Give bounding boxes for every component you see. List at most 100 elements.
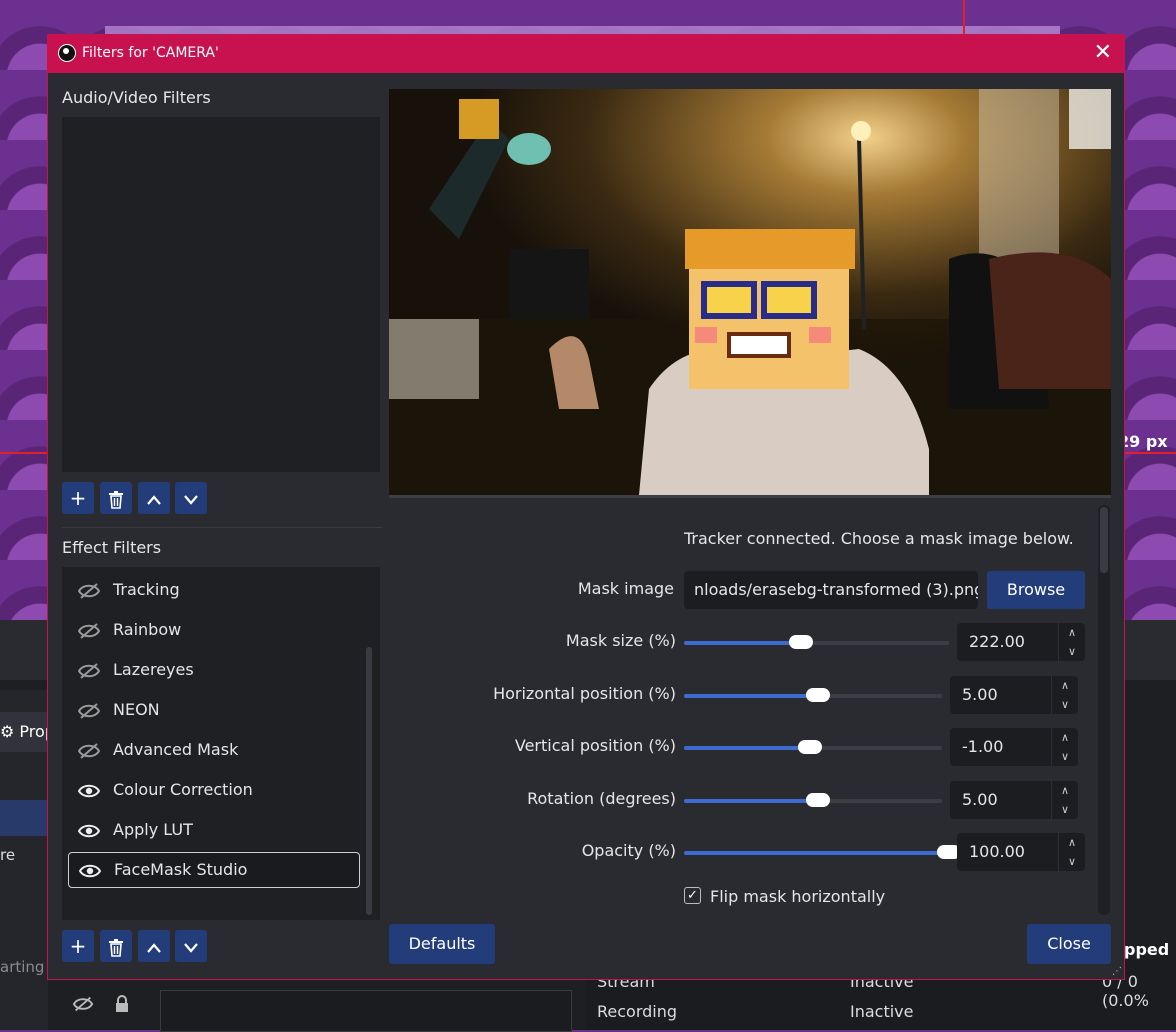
effect-filter-item[interactable]: NEON [68,692,360,728]
slider-fill [684,641,801,645]
spin-up-icon[interactable]: ∧ [1051,781,1078,800]
spin-down-icon[interactable]: ∨ [1051,747,1078,766]
remove-effect-filter-button[interactable] [100,930,132,962]
eye-icon[interactable] [79,853,101,887]
source-visibility-lock-icons[interactable] [72,994,130,1018]
properties-tab[interactable]: ⚙ Prope [0,712,48,752]
flip-mask-checkbox[interactable]: ✓ [684,887,701,904]
spin-down-icon[interactable]: ∨ [1058,852,1085,871]
effect-list-scrollbar[interactable] [366,647,372,915]
guide-line-vertical [963,0,965,36]
spinbox-value[interactable]: 222.00 [969,623,1025,661]
remove-audio-filter-button[interactable] [100,482,132,514]
trash-icon [108,486,124,510]
effect-filter-name: Lazereyes [113,660,194,679]
effect-filters-label: Effect Filters [62,538,162,557]
audio-video-filters-label: Audio/Video Filters [62,88,211,107]
slider-label: Vertical position (%) [514,736,676,755]
effect-filter-name: FaceMask Studio [114,860,248,879]
selected-source-row[interactable] [0,800,48,836]
spin-down-icon[interactable]: ∨ [1051,695,1078,714]
slider-fill [684,694,819,698]
effect-filter-name: Rainbow [113,620,182,639]
title-bar[interactable]: Filters for 'CAMERA' ✕ [48,35,1124,73]
slider-label: Horizontal position (%) [493,684,676,703]
slider-label: Rotation (degrees) [527,789,676,808]
move-effect-filter-up-button[interactable] [138,930,170,962]
add-effect-filter-button[interactable]: + [62,930,94,962]
effect-filter-item[interactable]: Advanced Mask [68,732,360,768]
eye-icon[interactable] [78,812,100,848]
move-effect-filter-down-button[interactable] [175,930,207,962]
spinbox-value[interactable]: 5.00 [962,781,998,819]
mask-image-label: Mask image [577,579,674,598]
close-button[interactable]: Close [1027,924,1111,964]
spin-down-icon[interactable]: ∨ [1051,800,1078,819]
effect-list-scroll-thumb[interactable] [366,647,372,915]
value-spinbox[interactable]: 5.00 ∧ ∨ [950,676,1078,714]
effect-filter-item[interactable]: FaceMask Studio [68,852,360,888]
slider-track[interactable] [684,793,942,807]
eye-slash-icon[interactable] [72,994,114,1018]
spin-up-icon[interactable]: ∧ [1058,623,1085,642]
slider-track[interactable] [684,845,961,859]
move-audio-filter-up-button[interactable] [138,482,170,514]
spinbox-value[interactable]: 100.00 [969,833,1025,871]
chevron-up-icon [146,934,162,958]
slider-track[interactable] [684,635,949,649]
spin-down-icon[interactable]: ∨ [1058,642,1085,661]
eye-icon[interactable] [78,772,100,808]
effect-filter-item[interactable]: Tracking [68,572,360,608]
add-audio-filter-button[interactable]: + [62,482,94,514]
mask-image-path-input[interactable]: nloads/erasebg-transformed (3).png [684,571,978,609]
eye-slash-icon[interactable] [78,652,100,688]
slider-handle[interactable] [788,635,813,649]
effect-filter-item[interactable]: Colour Correction [68,772,360,808]
effect-filter-item[interactable]: Rainbow [68,612,360,648]
resize-grip-icon[interactable]: ⋰ [1112,966,1122,977]
value-spinbox[interactable]: 100.00 ∧ ∨ [957,833,1085,871]
dock-text: re [0,846,16,864]
slider-label: Mask size (%) [565,631,676,650]
slider-handle[interactable] [806,688,831,702]
defaults-button[interactable]: Defaults [389,924,495,964]
eye-slash-icon[interactable] [78,572,100,608]
eye-slash-icon[interactable] [78,732,100,768]
effect-filter-item[interactable]: Apply LUT [68,812,360,848]
effect-filter-name: Advanced Mask [113,740,239,759]
slider-handle[interactable] [798,740,823,754]
spin-up-icon[interactable]: ∧ [1051,728,1078,747]
eye-slash-icon[interactable] [78,612,100,648]
effect-filter-name: Apply LUT [113,820,193,839]
eye-slash-icon[interactable] [78,692,100,728]
sources-panel [160,990,572,1032]
dock-text-starting: arting [0,958,45,976]
browse-button[interactable]: Browse [987,571,1085,609]
properties-scroll-thumb[interactable] [1100,507,1108,573]
slider-fill [684,851,949,855]
slider-handle[interactable] [806,793,831,807]
camera-preview [389,89,1111,495]
effect-filter-name: Colour Correction [113,780,253,799]
lock-icon[interactable] [114,994,130,1018]
move-audio-filter-down-button[interactable] [175,482,207,514]
dialog-title: Filters for 'CAMERA' [82,45,219,61]
spin-up-icon[interactable]: ∧ [1058,833,1085,852]
preview-divider [389,495,1111,498]
slider-track[interactable] [684,688,942,702]
filters-dialog: Filters for 'CAMERA' ✕ Audio/Video Filte… [47,34,1125,980]
obs-logo-icon [58,44,76,62]
value-spinbox[interactable]: 222.00 ∧ ∨ [957,623,1085,661]
effect-filter-item[interactable]: Lazereyes [68,652,360,688]
spinbox-value[interactable]: 5.00 [962,676,998,714]
close-icon[interactable]: ✕ [1094,40,1112,66]
properties-scrollbar[interactable] [1098,505,1110,915]
stat-recording-value: Inactive [850,1002,914,1021]
audio-video-filter-list[interactable] [62,117,380,472]
spin-up-icon[interactable]: ∧ [1051,676,1078,695]
value-spinbox[interactable]: 5.00 ∧ ∨ [950,781,1078,819]
tracker-status: Tracker connected. Choose a mask image b… [684,529,1074,548]
spinbox-value[interactable]: -1.00 [962,728,1003,766]
slider-track[interactable] [684,740,942,754]
value-spinbox[interactable]: -1.00 ∧ ∨ [950,728,1078,766]
